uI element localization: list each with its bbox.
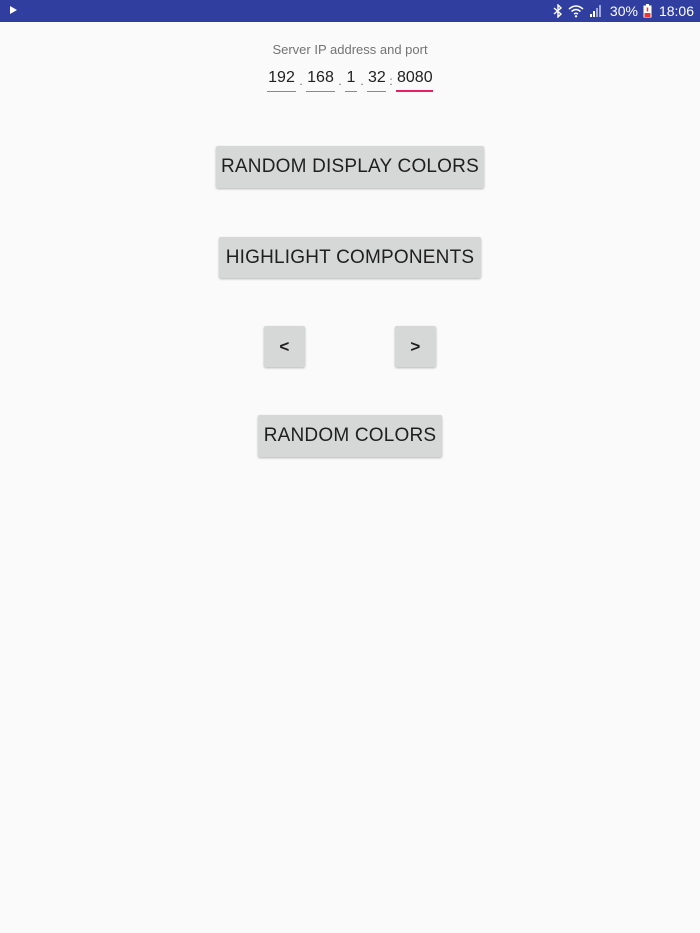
ip-separator: . [338, 74, 342, 88]
bluetooth-icon [553, 4, 563, 18]
ip-octet-1-input[interactable]: 192 [267, 68, 296, 92]
random-display-colors-button[interactable]: RANDOM DISPLAY COLORS [216, 146, 484, 188]
random-colors-button[interactable]: RANDOM COLORS [258, 415, 442, 457]
clock-time: 18:06 [658, 3, 694, 19]
ip-separator: . [360, 74, 364, 88]
previous-button[interactable]: < [264, 326, 305, 367]
port-input[interactable]: 8080 [396, 68, 433, 92]
ip-separator: . [299, 74, 303, 88]
cell-signal-icon [589, 4, 603, 18]
ip-octet-3-input[interactable]: 1 [345, 68, 357, 92]
battery-icon [643, 4, 652, 18]
status-left [8, 2, 18, 20]
play-arrow-icon [8, 2, 18, 20]
server-ip-label: Server IP address and port [272, 42, 428, 57]
wifi-icon [568, 4, 584, 18]
next-button[interactable]: > [395, 326, 436, 367]
ip-octet-4-input[interactable]: 32 [367, 68, 386, 92]
status-icons: 30% 18:06 [553, 3, 694, 19]
status-bar: 30% 18:06 [0, 0, 700, 22]
highlight-components-button[interactable]: HIGHLIGHT COMPONENTS [219, 237, 481, 278]
battery-percent: 30% [609, 3, 638, 19]
port-separator: : [389, 74, 393, 88]
ip-octet-2-input[interactable]: 168 [306, 68, 335, 92]
ip-address-input-row: 192 . 168 . 1 . 32 : 8080 [0, 68, 700, 92]
